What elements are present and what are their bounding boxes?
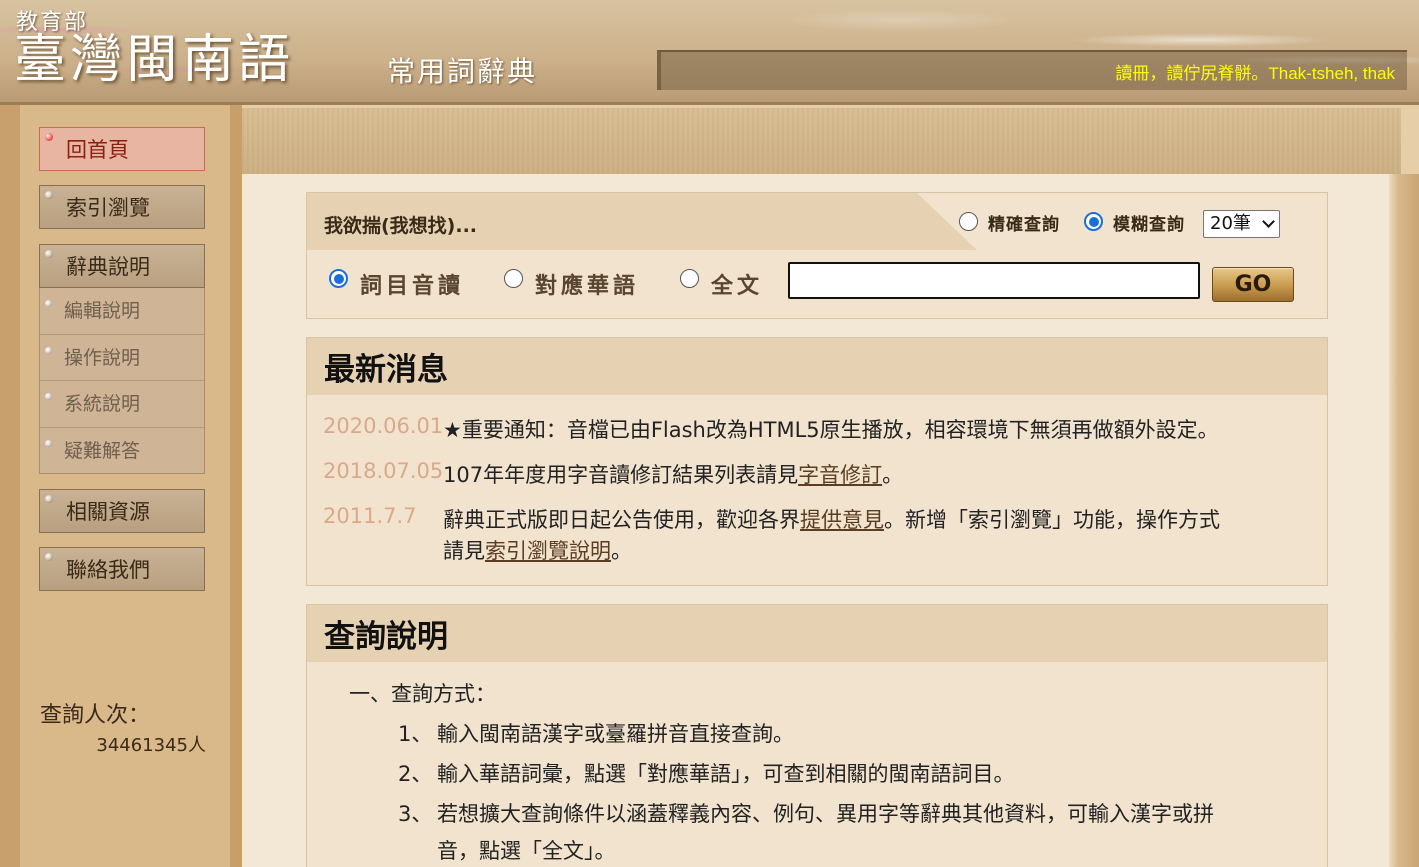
subnav-operation-guide[interactable]: 操作說明: [40, 335, 204, 381]
link-pronunciation-revision[interactable]: 字音修訂: [798, 463, 882, 487]
nav-home[interactable]: 回首頁: [39, 127, 205, 171]
right-border: [1389, 174, 1419, 867]
bullet-icon: [45, 346, 52, 354]
mode-fuzzy-label[interactable]: 模糊查詢: [1113, 210, 1185, 235]
news-date: 2020.06.01: [323, 414, 444, 438]
search-panel: 我欲揣(我想找)... 精確查詢 模糊查詢 20筆 詞目音讀 對應華語 全文 G…: [306, 192, 1328, 319]
subnav-faq[interactable]: 疑難解答: [40, 428, 204, 475]
visit-count-value: 34461345人: [96, 735, 206, 756]
news-text-part: 。: [611, 539, 632, 563]
bullet-icon: [45, 393, 52, 400]
mode-fuzzy-radio[interactable]: [1084, 212, 1103, 231]
site-title[interactable]: 臺灣閩南語: [14, 30, 294, 90]
news-title: 最新消息: [307, 338, 1327, 395]
help-item-text: 輸入閩南語漢字或臺羅拼音直接查詢。: [437, 722, 794, 746]
subnav-editing-notes[interactable]: 編輯說明: [40, 288, 204, 335]
link-index-browse-guide[interactable]: 索引瀏覽說明: [485, 539, 611, 563]
news-text-part: 107年年度用字音讀修訂結果列表請見: [443, 463, 799, 487]
scope-fulltext-radio[interactable]: [680, 269, 699, 288]
main-top-strip: [242, 108, 1401, 174]
news-text-part: 。: [882, 463, 904, 487]
news-text-part: 請見: [443, 539, 485, 563]
help-title: 查詢說明: [307, 605, 1327, 662]
help-item-text-continued: 音，點選「全文」。: [437, 839, 616, 863]
help-item-number: 2、: [398, 762, 433, 786]
scope-entry-label[interactable]: 詞目音讀: [360, 268, 464, 300]
mode-exact-radio[interactable]: [959, 212, 978, 231]
news-date: 2018.07.05: [323, 459, 444, 483]
scope-mandarin-radio[interactable]: [504, 269, 523, 288]
bullet-icon: [45, 553, 53, 561]
subnav-label: 編輯說明: [64, 300, 141, 322]
help-item-number: 3、: [398, 802, 433, 826]
nav-dictionary-info[interactable]: 辭典說明: [39, 244, 205, 288]
nav-dictionary-info-label: 辭典說明: [66, 255, 150, 279]
scope-fulltext-label[interactable]: 全文: [711, 268, 763, 300]
site-subtitle: 常用詞辭典: [387, 55, 538, 88]
bullet-icon: [45, 133, 53, 141]
site-header: 教育部 臺灣閩南語 常用詞辭典 讀冊，讀佇尻脊骿。Thak-tsheh, tha…: [0, 0, 1419, 105]
help-section-title: 一、查詢方式：: [349, 682, 496, 706]
subnav-label: 疑難解答: [64, 439, 141, 462]
bullet-icon: [45, 250, 53, 258]
result-count-value: 20筆: [1210, 213, 1251, 234]
nav-index-browse-label: 索引瀏覽: [66, 196, 150, 220]
search-prompt: 我欲揣(我想找)...: [324, 215, 478, 237]
news-text: 辭典正式版即日起公告使用，歡迎各界提供意見。新增「索引瀏覽」功能，操作方式: [443, 504, 1220, 534]
nav-contact-us[interactable]: 聯絡我們: [39, 547, 205, 591]
bullet-icon: [45, 191, 53, 199]
news-text: ★重要通知：音檔已由Flash改為HTML5原生播放，相容環境下無須再做額外設定…: [443, 418, 1219, 442]
go-button[interactable]: GO: [1212, 267, 1294, 302]
subnav-label: 操作說明: [64, 346, 141, 369]
news-text: 請見索引瀏覽說明。: [443, 535, 632, 565]
visit-count-label: 查詢人次：: [40, 703, 151, 728]
subnav-dictionary-info: 編輯說明 操作說明 系統說明 疑難解答: [39, 288, 205, 474]
proverb-text: 讀冊，讀佇尻脊骿。Thak-tsheh, thak: [1115, 64, 1395, 83]
scope-entry-radio[interactable]: [329, 269, 348, 288]
nav-related-resources-label: 相關資源: [66, 500, 150, 524]
nav-index-browse[interactable]: 索引瀏覽: [39, 185, 205, 229]
nav-contact-us-label: 聯絡我們: [66, 558, 150, 582]
news-date: 2011.7.7: [323, 504, 417, 528]
bullet-icon: [45, 495, 53, 503]
bullet-icon: [45, 439, 52, 447]
news-text: 107年年度用字音讀修訂結果列表請見字音修訂。: [443, 459, 903, 489]
subnav-system-info[interactable]: 系統說明: [40, 381, 204, 428]
news-panel: 最新消息 2020.06.01 ★重要通知：音檔已由Flash改為HTML5原生…: [306, 337, 1328, 586]
help-item-text: 若想擴大查詢條件以涵蓋釋義內容、例句、異用字等辭典其他資料，可輸入漢字或拼: [437, 802, 1214, 826]
help-panel: 查詢說明 一、查詢方式： 1、 輸入閩南語漢字或臺羅拼音直接查詢。 2、 輸入華…: [306, 604, 1328, 867]
news-text-part: 辭典正式版即日起公告使用，歡迎各界: [443, 508, 800, 532]
sidebar: 回首頁 索引瀏覽 辭典說明 編輯說明 操作說明 系統說明 疑難解答 相關資源 聯…: [0, 105, 242, 867]
help-item-text: 輸入華語詞彙，點選「對應華語」，可查到相關的閩南語詞目。: [437, 762, 1015, 786]
proverb-bar: 讀冊，讀佇尻脊骿。Thak-tsheh, thak: [657, 50, 1407, 90]
link-feedback[interactable]: 提供意見: [800, 508, 884, 532]
bullet-icon: [45, 300, 52, 307]
news-text-part: 。新增「索引瀏覽」功能，操作方式: [884, 508, 1220, 532]
result-count-select[interactable]: 20筆: [1203, 210, 1280, 238]
scope-mandarin-label[interactable]: 對應華語: [535, 268, 639, 300]
help-item-number: 1、: [398, 722, 433, 746]
nav-related-resources[interactable]: 相關資源: [39, 489, 205, 533]
search-input[interactable]: [788, 262, 1200, 299]
nav-home-label: 回首頁: [66, 138, 129, 162]
chevron-down-icon: [1262, 215, 1275, 228]
mode-exact-label[interactable]: 精確查詢: [988, 210, 1060, 235]
subnav-label: 系統說明: [64, 393, 141, 415]
